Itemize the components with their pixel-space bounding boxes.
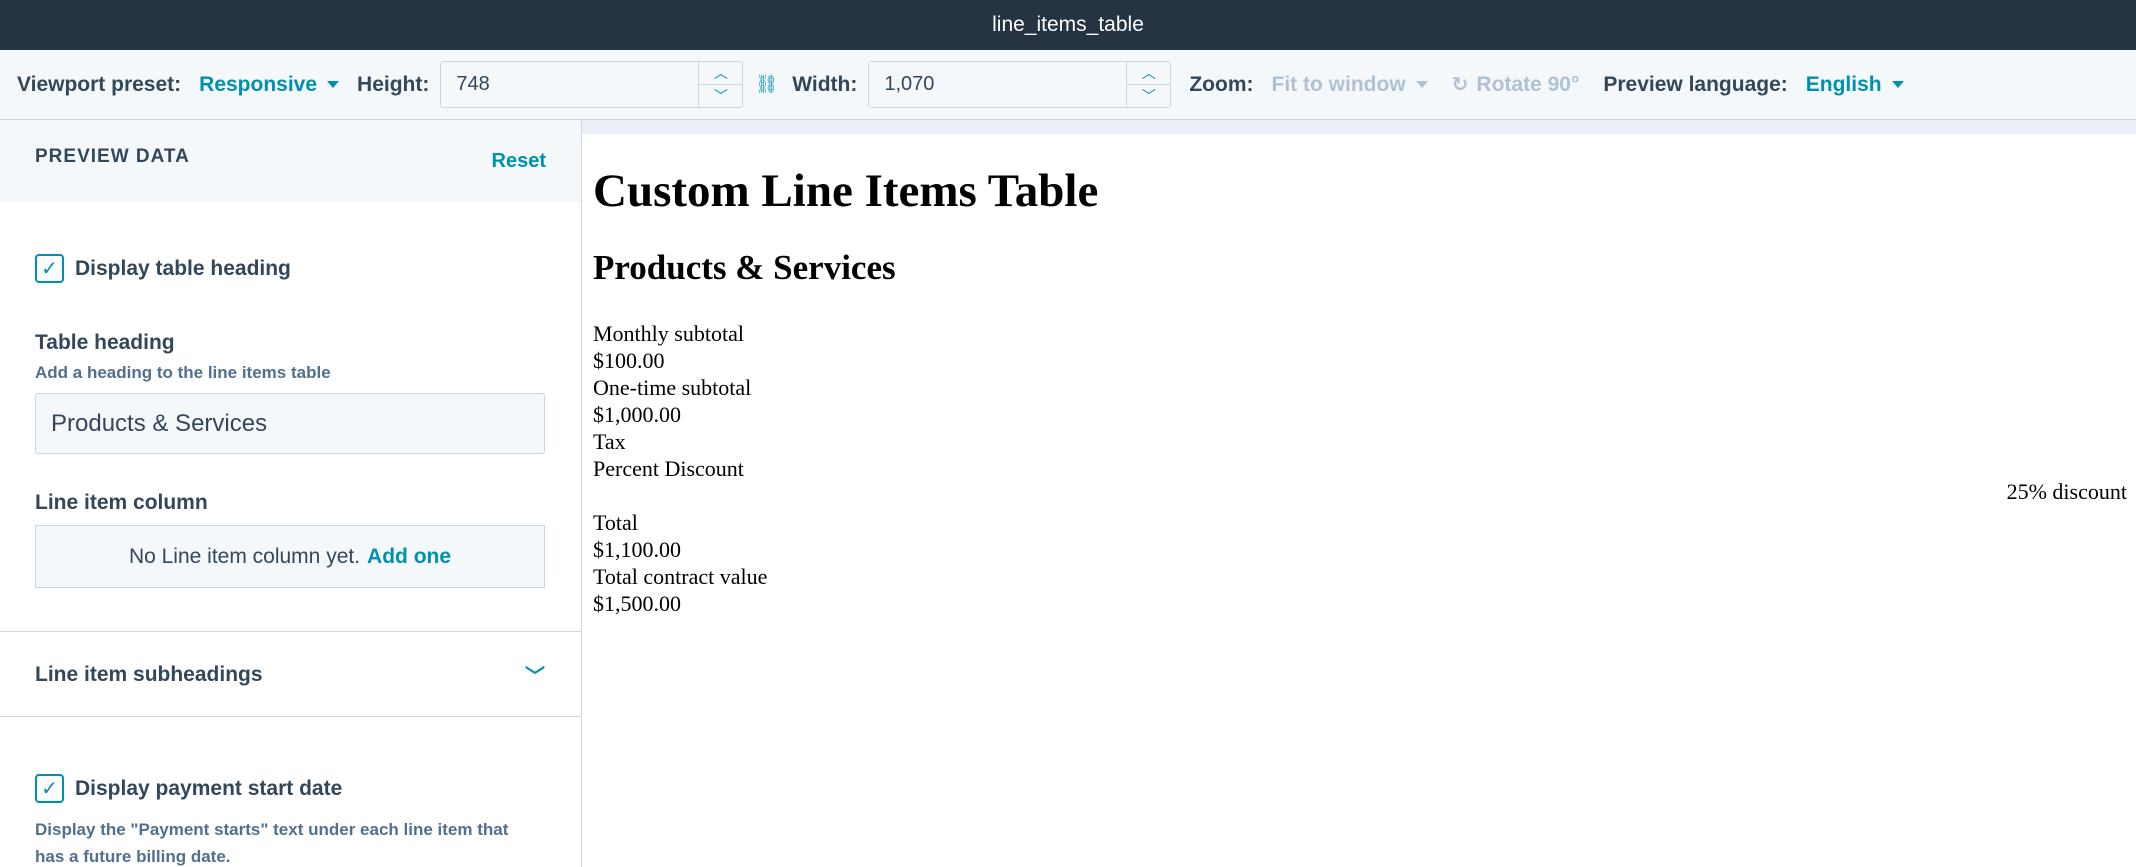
preview-data-sidebar: PREVIEW DATA Reset ✓ Display table headi…	[0, 120, 582, 867]
divider	[0, 716, 581, 717]
table-heading-help: Add a heading to the line items table	[35, 363, 331, 382]
rotate-icon: ↻	[1451, 74, 1469, 96]
table-heading-label: Table heading	[35, 331, 175, 354]
summary-line: Total	[593, 510, 638, 535]
document-title: Custom Line Items Table	[593, 165, 1099, 217]
payment-start-help-line-1: Display the "Payment starts" text under …	[35, 820, 509, 839]
chevron-down-icon[interactable]: ﹀	[1127, 85, 1170, 107]
sidebar-header: PREVIEW DATA Reset	[0, 120, 581, 202]
display-table-heading-toggle[interactable]: ✓ Display table heading	[35, 254, 291, 283]
display-payment-start-checkbox[interactable]: ✓	[35, 774, 64, 803]
chevron-down-icon[interactable]: ﹀	[699, 85, 742, 107]
viewport-preset-dropdown[interactable]: Responsive	[199, 72, 340, 97]
line-item-subheadings-label: Line item subheadings	[35, 662, 263, 686]
line-item-column-label: Line item column	[35, 491, 208, 514]
summary-line: $1,000.00	[593, 402, 681, 427]
height-label: Height:	[357, 72, 430, 96]
chevron-up-icon[interactable]: ︿	[1127, 62, 1171, 85]
display-payment-start-toggle[interactable]: ✓ Display payment start date	[35, 774, 342, 803]
width-input[interactable]: 1,070	[869, 62, 1128, 107]
line-items-summary: Monthly subtotal $100.00 One-time subtot…	[593, 320, 767, 617]
display-payment-start-label: Display payment start date	[75, 776, 343, 800]
caret-down-icon	[1415, 81, 1428, 88]
viewport-preset-label: Viewport preset:	[17, 72, 182, 96]
link-dimensions-icon[interactable]: ⛓	[755, 74, 778, 95]
summary-line: Percent Discount	[593, 456, 744, 481]
payment-start-help-line-2: has a future billing date.	[35, 847, 231, 866]
window-title: line_items_table	[992, 13, 1144, 36]
viewport-preset-value: Responsive	[199, 72, 318, 96]
height-input[interactable]: 748	[441, 62, 700, 107]
line-item-subheadings-accordion[interactable]: Line item subheadings ﹀	[35, 660, 545, 689]
preview-language-value: English	[1805, 72, 1882, 96]
preview-top-strip	[582, 120, 2136, 134]
line-item-column-empty-text: No Line item column yet.	[128, 544, 361, 568]
width-label: Width:	[792, 72, 858, 96]
template-preview-pane: Custom Line Items Table Products & Servi…	[582, 120, 2136, 867]
table-heading: Products & Services	[593, 248, 896, 287]
summary-line	[593, 482, 767, 509]
summary-line: Monthly subtotal	[593, 321, 744, 346]
display-table-heading-checkbox[interactable]: ✓	[35, 254, 64, 283]
chevron-down-icon[interactable]: ﹀	[525, 660, 545, 689]
caret-down-icon	[327, 81, 340, 88]
main-area: PREVIEW DATA Reset ✓ Display table headi…	[0, 120, 2136, 867]
zoom-label: Zoom:	[1189, 72, 1254, 96]
summary-line: Tax	[593, 429, 626, 454]
rotate-button[interactable]: ↻ Rotate 90°	[1452, 72, 1580, 97]
divider	[0, 631, 581, 632]
table-heading-input[interactable]: Products & Services	[35, 393, 545, 454]
zoom-dropdown[interactable]: Fit to window	[1272, 73, 1428, 97]
summary-line: $1,500.00	[593, 591, 681, 616]
add-line-item-column-link[interactable]: Add one	[367, 545, 451, 569]
height-stepper[interactable]: 748 ︿ ﹀	[440, 61, 744, 108]
summary-line: $100.00	[593, 348, 665, 373]
rotate-label: Rotate 90°	[1476, 72, 1580, 96]
line-item-column-empty-state: No Line item column yet. Add one	[35, 525, 545, 588]
discount-note: 25% discount	[2006, 479, 2127, 504]
window-titlebar: line_items_table	[0, 0, 2136, 50]
sidebar-title: PREVIEW DATA	[35, 146, 190, 167]
chevron-up-icon[interactable]: ︿	[699, 62, 743, 85]
display-table-heading-label: Display table heading	[75, 256, 291, 280]
summary-line: Total contract value	[593, 564, 768, 589]
summary-line: One-time subtotal	[593, 375, 752, 400]
preview-toolbar: Viewport preset: Responsive Height: 748 …	[0, 50, 2136, 120]
preview-language-dropdown[interactable]: English	[1806, 73, 1904, 97]
caret-down-icon	[1891, 81, 1904, 88]
summary-line: $1,100.00	[593, 537, 681, 562]
width-stepper[interactable]: 1,070 ︿ ﹀	[868, 61, 1172, 108]
reset-button[interactable]: Reset	[492, 150, 546, 173]
preview-language-label: Preview language:	[1603, 72, 1788, 96]
zoom-value: Fit to window	[1271, 72, 1406, 96]
